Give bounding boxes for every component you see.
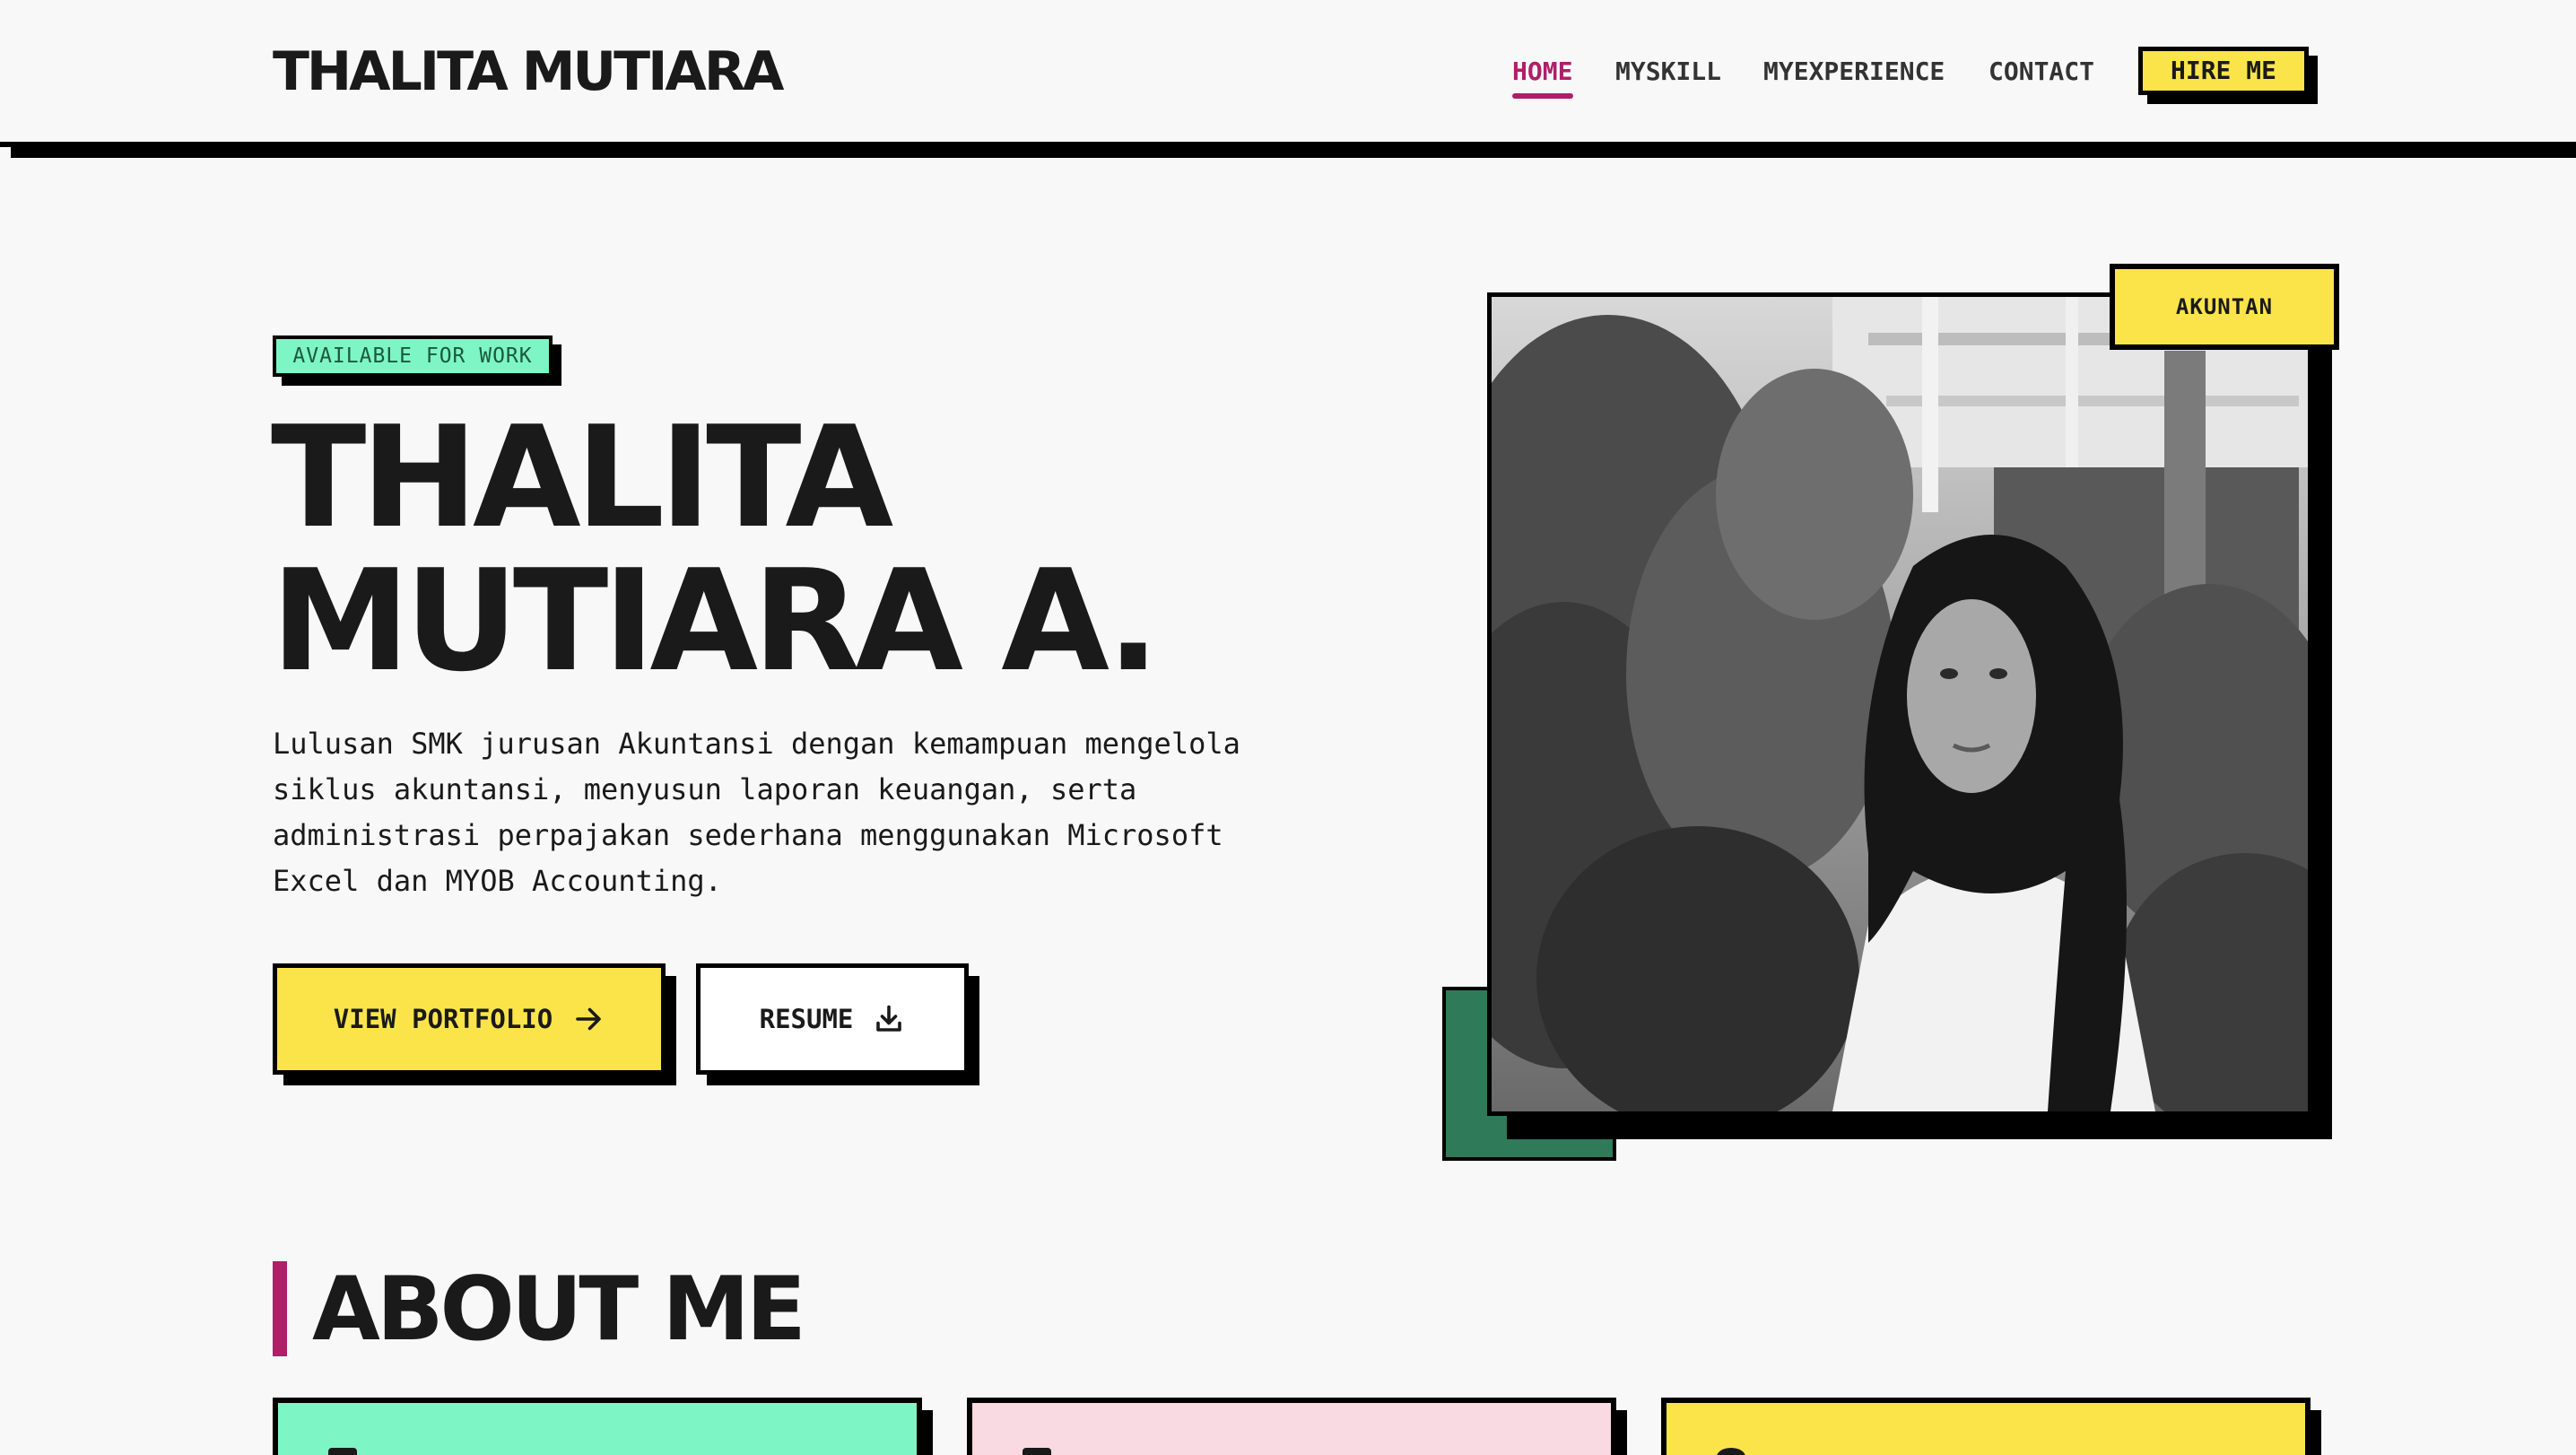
site-logo[interactable]: THALITA MUTIARA — [273, 36, 784, 108]
resume-button[interactable]: RESUME — [696, 963, 969, 1075]
hero-title: THALITA MUTIARA A. — [271, 396, 1160, 702]
nav-myexperience[interactable]: MYEXPERIENCE — [1763, 54, 1945, 93]
card-icon — [1717, 1448, 1745, 1455]
card-icon — [1023, 1448, 1051, 1455]
hero-description: Lulusan SMK jurusan Akuntansi dengan kem… — [273, 727, 1240, 898]
about-card-2 — [967, 1398, 1616, 1455]
download-icon — [876, 1005, 902, 1032]
nav-active-underline — [1512, 93, 1573, 99]
view-portfolio-button[interactable]: VIEW PORTFOLIO — [273, 963, 666, 1075]
about-accent-bar — [273, 1261, 287, 1356]
view-portfolio-label: VIEW PORTFOLIO — [333, 1004, 553, 1034]
hire-me-button[interactable]: HIRE ME — [2138, 47, 2309, 95]
card-icon — [328, 1448, 357, 1455]
about-section-title: ABOUT ME — [312, 1259, 806, 1361]
about-card-1 — [273, 1398, 922, 1455]
profession-tag: AKUNTAN — [2110, 264, 2339, 350]
profile-photo — [1487, 292, 2312, 1116]
arrow-right-icon — [576, 1007, 602, 1031]
header-divider-shadow — [11, 147, 2576, 158]
profile-photo-illustration — [1492, 297, 2308, 1111]
nav-contact[interactable]: CONTACT — [1989, 54, 2094, 93]
about-card-3 — [1661, 1398, 2311, 1455]
resume-label: RESUME — [759, 1004, 854, 1034]
availability-badge: AVAILABLE FOR WORK — [273, 335, 553, 377]
nav-myskill[interactable]: MYSKILL — [1615, 54, 1721, 93]
hero-title-line1: THALITA — [271, 396, 893, 559]
site-header: THALITA MUTIARA HOME MYSKILL MYEXPERIENC… — [0, 0, 2576, 144]
hero-title-line2: MUTIARA A. — [271, 539, 1160, 702]
nav-home[interactable]: HOME — [1512, 54, 1572, 93]
